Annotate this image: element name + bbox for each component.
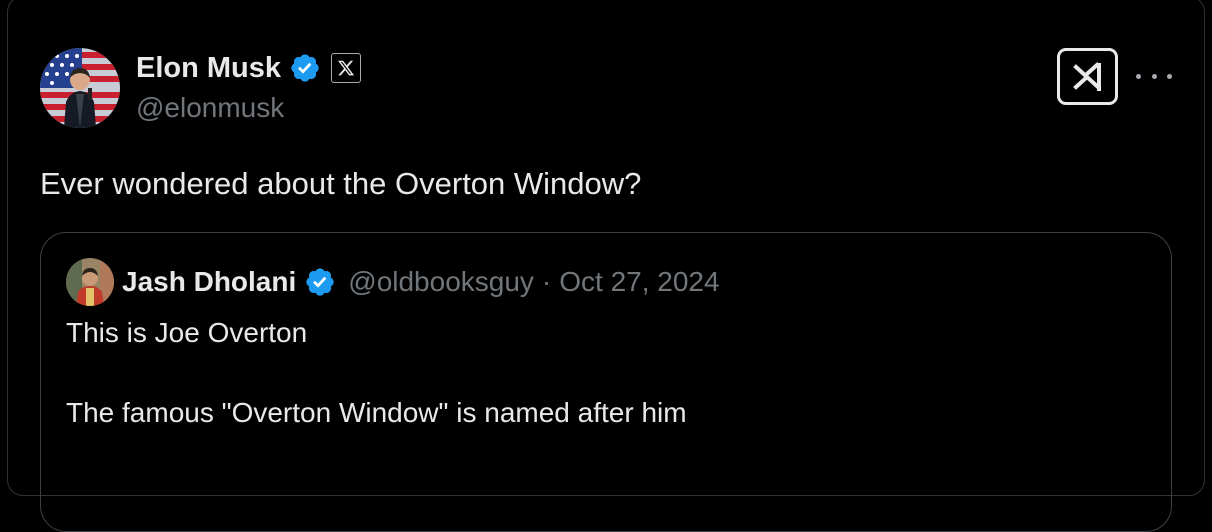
quoted-text-line: This is Joe Overton [66,317,308,348]
author-avatar[interactable] [40,48,120,128]
author-name-row: Elon Musk [136,50,362,86]
verified-badge-icon [291,54,319,82]
separator-dot: · [541,266,552,297]
more-options-icon[interactable] [1136,64,1172,88]
quoted-date[interactable]: Oct 27, 2024 [559,266,719,298]
quoted-author-name[interactable]: Jash Dholani [122,266,296,298]
tweet-text: Ever wondered about the Overton Window? [40,166,642,201]
quoted-tweet[interactable]: Jash Dholani @oldbooksguy · Oct 27, 2024… [40,232,1172,532]
quoted-header: Jash Dholani @oldbooksguy · Oct 27, 2024 [122,265,720,299]
x-logo-icon[interactable] [331,53,362,83]
grok-icon [1072,61,1101,91]
quoted-author-handle[interactable]: @oldbooksguy [348,266,534,298]
grok-button[interactable] [1057,48,1118,105]
verified-badge-icon [306,268,334,296]
author-handle[interactable]: @elonmusk [136,92,284,124]
author-name[interactable]: Elon Musk [136,52,281,85]
quoted-author-avatar[interactable] [66,258,114,306]
quoted-text-line: The famous "Overton Window" is named aft… [66,397,687,428]
